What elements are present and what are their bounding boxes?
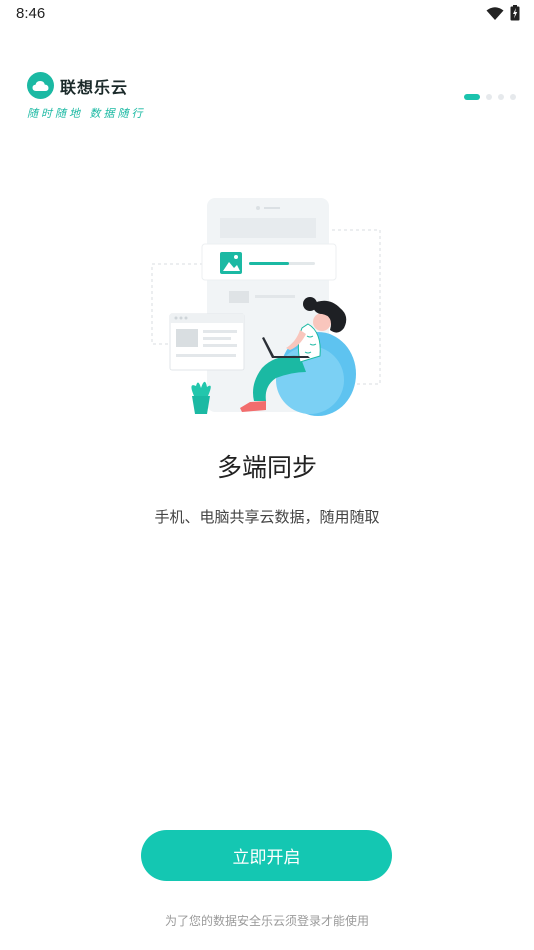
cloud-icon — [27, 72, 54, 99]
start-now-button[interactable]: 立即开启 — [141, 830, 392, 881]
battery-icon — [510, 5, 520, 25]
status-bar: 8:46 — [0, 0, 534, 28]
feature-title: 多端同步 — [216, 453, 317, 482]
page-dot-3 — [498, 94, 504, 100]
feature-description: 手机、电脑共享云数据，随用随取 — [154, 508, 380, 526]
page-dot-2 — [486, 94, 492, 100]
page-indicator — [464, 94, 516, 100]
status-time: 8:46 — [16, 5, 46, 22]
page-dot-1 — [464, 94, 480, 100]
sync-illustration — [150, 196, 386, 420]
wifi-icon — [486, 6, 504, 25]
brand-header: 联想乐云 随时随地 数据随行 — [27, 72, 146, 121]
brand-slogan: 随时随地 数据随行 — [27, 107, 146, 120]
brand-name: 联想乐云 — [60, 77, 129, 97]
status-icons — [486, 5, 520, 25]
page-dot-4 — [510, 94, 516, 100]
login-notice: 为了您的数据安全乐云须登录才能使用 — [164, 914, 369, 928]
